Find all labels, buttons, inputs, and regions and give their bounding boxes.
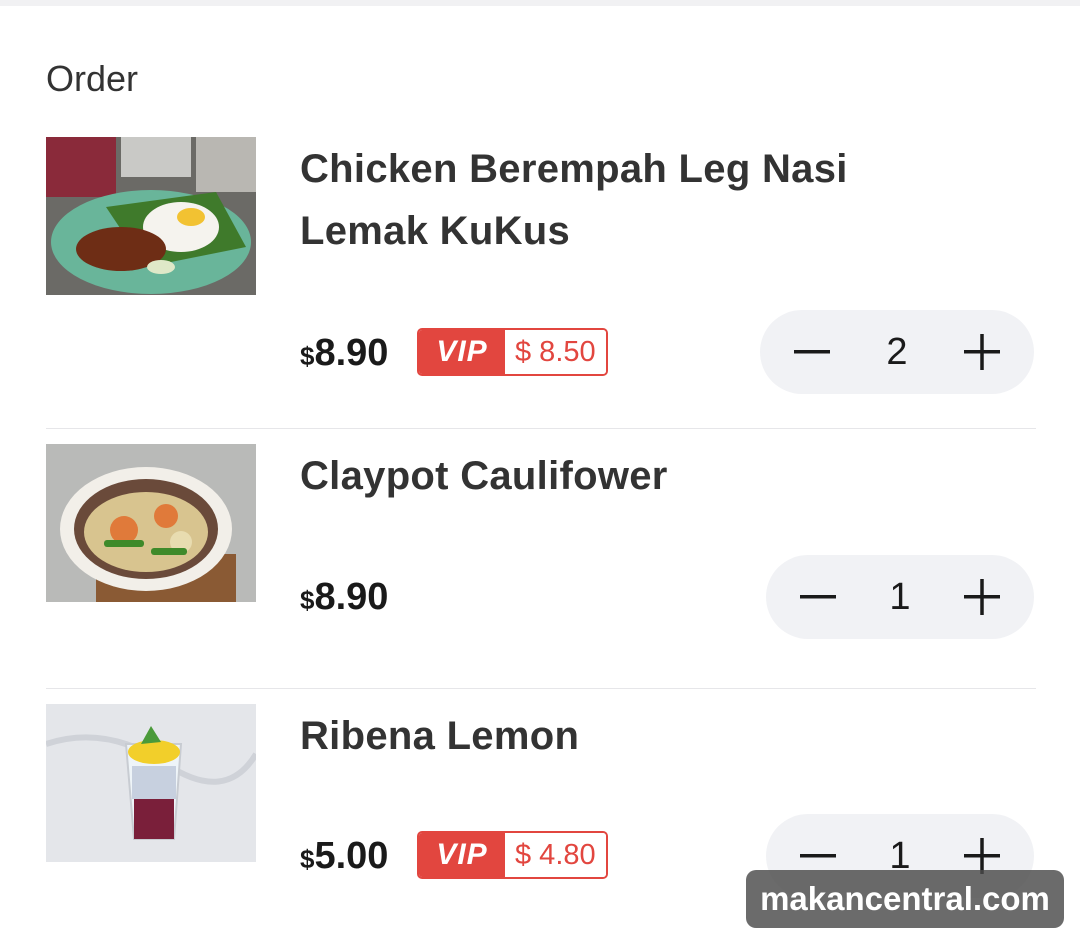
vip-label: VIP [419,330,505,374]
quantity-stepper: 2 [760,310,1034,394]
item-name: Chicken Berempah Leg Nasi Lemak KuKus [300,147,848,253]
vip-price: $ 8.50 [505,330,606,374]
item-price: $5.00 [300,835,389,877]
watermark: makancentral.com [746,870,1064,928]
drink-image-ribena[interactable] [46,704,256,862]
quantity-value: 1 [889,575,911,618]
top-bar [0,0,1080,6]
food-image-claypot[interactable] [46,444,256,602]
item-name: Ribena Lemon [300,714,580,758]
item-price: $8.90 [300,576,389,618]
section-title: Order [46,58,139,99]
decrease-button[interactable] [794,573,842,621]
item-price: $8.90 [300,332,389,374]
vip-price-badge: VIP $ 8.50 [417,328,608,376]
food-image-nasi-lemak[interactable] [46,137,256,295]
minus-icon [794,350,830,354]
divider [46,428,1036,429]
divider [46,688,1036,689]
item-name: Claypot Caulifower [300,454,668,498]
decrease-button[interactable] [788,328,836,376]
plus-icon [964,579,1000,615]
quantity-stepper: 1 [766,555,1034,639]
plus-icon [964,334,1000,370]
increase-button[interactable] [958,328,1006,376]
quantity-value: 2 [886,330,908,373]
vip-price-badge: VIP $ 4.80 [417,831,608,879]
vip-price: $ 4.80 [505,833,606,877]
increase-button[interactable] [958,573,1006,621]
vip-label: VIP [419,833,505,877]
minus-icon [800,595,836,599]
